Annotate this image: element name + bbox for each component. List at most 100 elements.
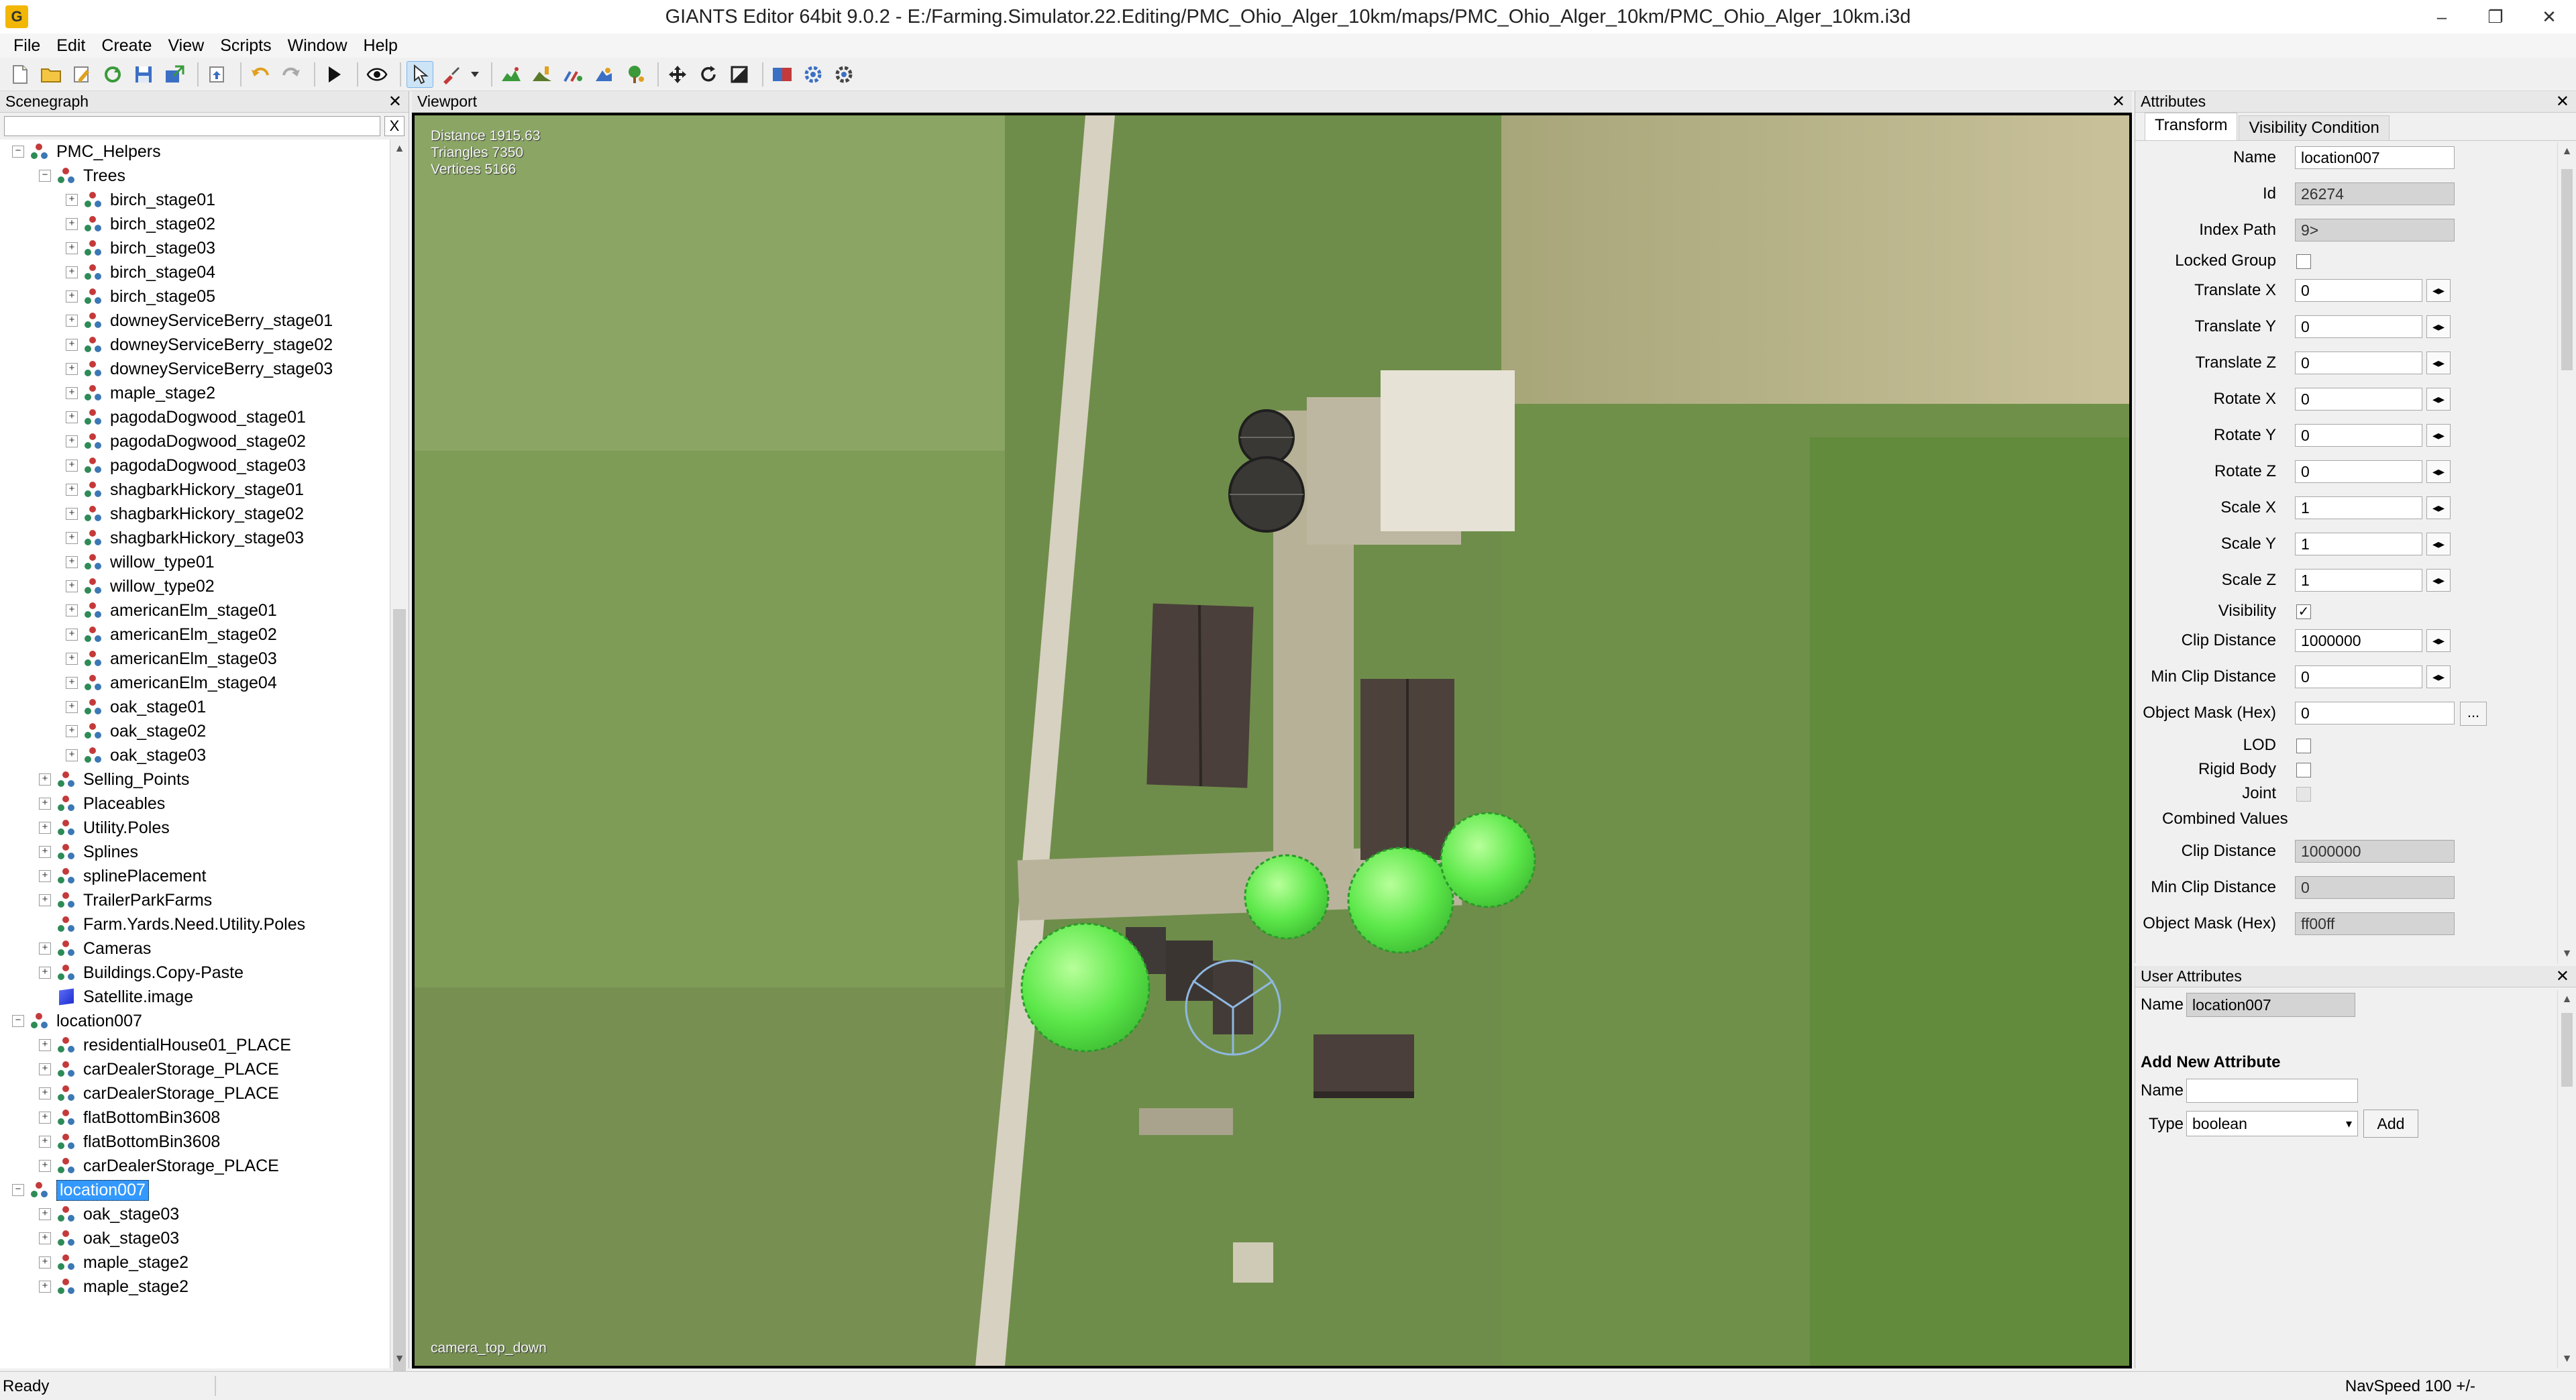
expand-icon[interactable]: +	[39, 870, 51, 882]
name-field[interactable]: location007	[2295, 146, 2455, 169]
tree-row[interactable]: + pagodaDogwood_stage02	[0, 429, 390, 453]
tree-row[interactable]: + americanElm_stage02	[0, 623, 390, 647]
tree-row[interactable]: + shagbarkHickory_stage03	[0, 526, 390, 550]
translate-y-field[interactable]: 0	[2295, 315, 2422, 338]
tree-row[interactable]: + Placeables	[0, 792, 390, 816]
tree-node-label[interactable]: americanElm_stage02	[110, 625, 277, 645]
scrollbar-thumb[interactable]	[2561, 169, 2573, 370]
menu-view[interactable]: View	[160, 34, 212, 58]
tree-row[interactable]: + oak_stage01	[0, 695, 390, 719]
rotate-y-spinner[interactable]: ◂▸	[2426, 424, 2451, 447]
clip-distance-spinner[interactable]: ◂▸	[2426, 629, 2451, 652]
expand-icon[interactable]: +	[66, 242, 78, 254]
tree-row[interactable]: + willow_type01	[0, 550, 390, 574]
expand-icon[interactable]: +	[39, 1281, 51, 1293]
tree-row[interactable]: + TrailerParkFarms	[0, 888, 390, 912]
expand-icon[interactable]: +	[66, 387, 78, 399]
tree-node-label[interactable]: americanElm_stage04	[110, 674, 277, 693]
expand-icon[interactable]: +	[39, 846, 51, 858]
expand-icon[interactable]: +	[39, 1232, 51, 1244]
rotate-tool-icon[interactable]	[695, 61, 722, 88]
visibility-checkbox[interactable]: ✓	[2296, 604, 2311, 619]
scale-z-field[interactable]: 1	[2295, 569, 2422, 592]
tree-row[interactable]: + flatBottomBin3608	[0, 1130, 390, 1154]
scenegraph-filter-clear-button[interactable]: X	[384, 116, 405, 136]
tree-row[interactable]: + americanElm_stage01	[0, 598, 390, 623]
select-mode-icon[interactable]	[407, 60, 433, 88]
tree-row[interactable]: + Cameras	[0, 936, 390, 961]
terrain-sculpt-icon[interactable]	[498, 61, 525, 88]
reload-icon[interactable]	[99, 61, 126, 88]
maximize-button[interactable]: ❐	[2469, 0, 2522, 34]
tree-node-label[interactable]: flatBottomBin3608	[83, 1108, 220, 1128]
expand-icon[interactable]: +	[39, 1256, 51, 1269]
scenegraph-tree[interactable]: − PMC_Helpers − Trees + birch_stage01 + birch_s…	[0, 140, 390, 1368]
scenegraph-scrollbar[interactable]: ▲ ▼	[390, 140, 409, 1400]
export-icon[interactable]	[161, 61, 188, 88]
expand-icon[interactable]: +	[39, 1112, 51, 1124]
tree-node-label[interactable]: oak_stage01	[110, 698, 206, 717]
foliage-paint-icon[interactable]	[559, 61, 586, 88]
tree-node-label[interactable]: Cameras	[83, 939, 151, 959]
add-attribute-button[interactable]: Add	[2363, 1110, 2418, 1138]
translate-x-field[interactable]: 0	[2295, 279, 2422, 302]
eye-icon[interactable]	[364, 61, 390, 88]
translate-z-spinner[interactable]: ◂▸	[2426, 352, 2451, 374]
attributes-close-icon[interactable]: ✕	[2556, 91, 2569, 113]
expand-icon[interactable]: +	[66, 435, 78, 447]
tree-row[interactable]: + oak_stage03	[0, 1226, 390, 1250]
expand-icon[interactable]: +	[39, 967, 51, 979]
menu-edit[interactable]: Edit	[48, 34, 93, 58]
tree-row[interactable]: + shagbarkHickory_stage01	[0, 478, 390, 502]
user-attributes-scrollbar[interactable]: ▲ ▼	[2557, 990, 2576, 1368]
tree-node-label[interactable]: Trees	[83, 166, 125, 186]
expand-icon[interactable]: +	[39, 773, 51, 786]
minimize-button[interactable]: –	[2415, 0, 2469, 34]
tab-visibility-condition[interactable]: Visibility Condition	[2239, 115, 2390, 140]
expand-icon[interactable]: +	[66, 532, 78, 544]
tree-node-label[interactable]: americanElm_stage01	[110, 601, 277, 621]
tree-row[interactable]: + willow_type02	[0, 574, 390, 598]
expand-icon[interactable]: +	[66, 315, 78, 327]
tree-row[interactable]: + Splines	[0, 840, 390, 864]
menu-scripts[interactable]: Scripts	[212, 34, 279, 58]
scrollbar-thumb[interactable]	[393, 609, 406, 1400]
tree-node-label[interactable]: pagodaDogwood_stage03	[110, 456, 306, 476]
tree-row[interactable]: + downeyServiceBerry_stage02	[0, 333, 390, 357]
expand-icon[interactable]: +	[66, 653, 78, 665]
tree-node-label[interactable]: Utility.Poles	[83, 818, 170, 838]
tree-row[interactable]: + splinePlacement	[0, 864, 390, 888]
clip-distance-field[interactable]: 1000000	[2295, 629, 2422, 652]
tree-node-label[interactable]: Buildings.Copy-Paste	[83, 963, 244, 983]
tree-node-label[interactable]: carDealerStorage_PLACE	[83, 1084, 279, 1103]
tree-node-label[interactable]: birch_stage03	[110, 239, 215, 258]
expand-icon[interactable]: +	[66, 677, 78, 689]
collapse-icon[interactable]: −	[39, 170, 51, 182]
tree-node-label[interactable]: oak_stage03	[110, 746, 206, 765]
new-attribute-name-input[interactable]	[2186, 1079, 2358, 1103]
close-window-button[interactable]: ✕	[2522, 0, 2576, 34]
scroll-down-arrow-icon[interactable]: ▼	[390, 1350, 409, 1368]
redo-icon[interactable]	[278, 61, 305, 88]
paint-terrain-icon[interactable]	[437, 61, 464, 88]
tree-row[interactable]: + oak_stage03	[0, 743, 390, 767]
min-clip-distance-spinner[interactable]: ◂▸	[2426, 665, 2451, 688]
tree-row[interactable]: + americanElm_stage03	[0, 647, 390, 671]
tree-row[interactable]: + Selling_Points	[0, 767, 390, 792]
tree-row[interactable]: + maple_stage2	[0, 1275, 390, 1299]
tree-node-label[interactable]: pagodaDogwood_stage01	[110, 408, 306, 427]
tree-row[interactable]: + birch_stage01	[0, 188, 390, 212]
tree-node-label[interactable]: birch_stage05	[110, 287, 215, 307]
import-icon[interactable]	[204, 61, 231, 88]
collapse-icon[interactable]: −	[12, 146, 24, 158]
tree-row[interactable]: + Utility.Poles	[0, 816, 390, 840]
tree-row[interactable]: + maple_stage2	[0, 1250, 390, 1275]
tree-row[interactable]: + birch_stage03	[0, 236, 390, 260]
scale-x-spinner[interactable]: ◂▸	[2426, 496, 2451, 519]
dropdown-arrow-icon[interactable]	[468, 61, 482, 88]
scroll-down-arrow-icon[interactable]: ▼	[2558, 1350, 2576, 1368]
collapse-icon[interactable]: −	[12, 1184, 24, 1196]
menu-file[interactable]: File	[5, 34, 48, 58]
viewport-canvas[interactable]: Distance 1915.63 Triangles 7350 Vertices…	[415, 115, 2129, 1366]
tree-node-label[interactable]: downeyServiceBerry_stage02	[110, 335, 333, 355]
